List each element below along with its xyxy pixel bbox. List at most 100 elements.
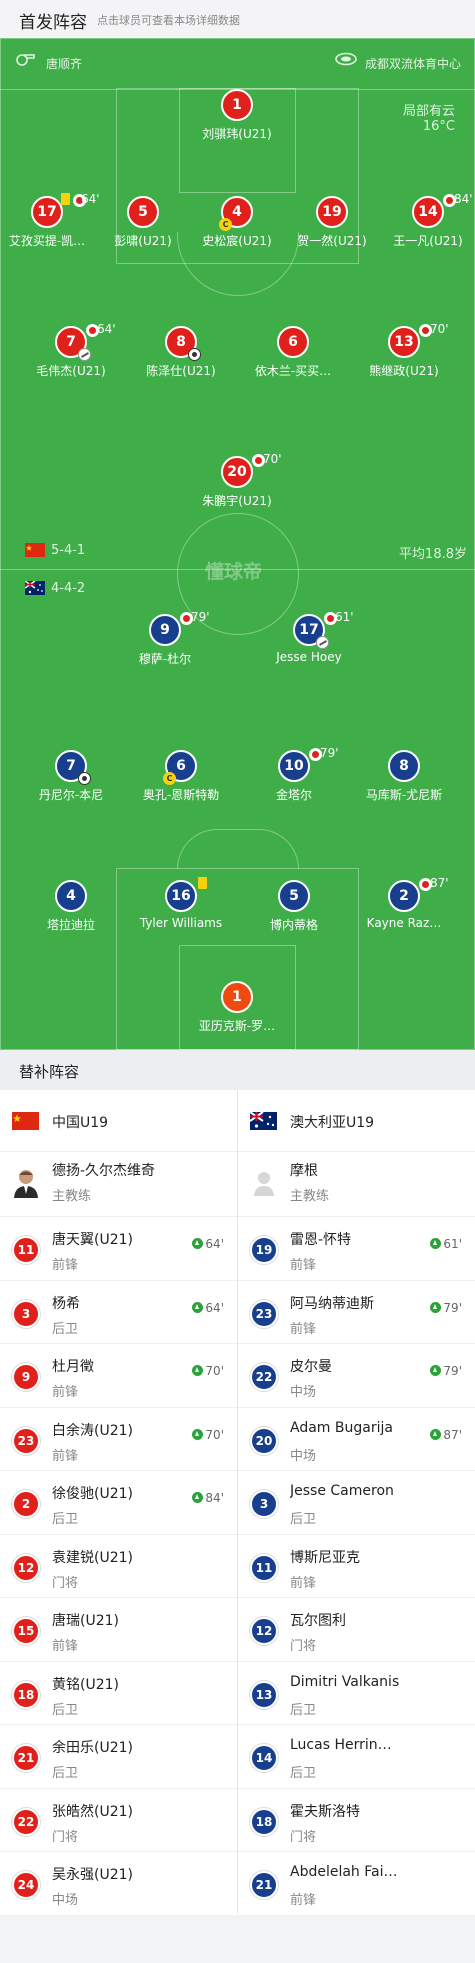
home-player[interactable]: 1 刘骐玮(U21) bbox=[177, 89, 297, 142]
away-player[interactable]: 6 C 奥孔-恩斯特勒 bbox=[121, 750, 241, 803]
sub-player-row[interactable]: 22 皮尔曼中场 79' bbox=[238, 1344, 475, 1408]
away-player[interactable]: 5 博内蒂格 bbox=[234, 880, 354, 933]
away-player[interactable]: 16 Tyler Williams bbox=[121, 877, 241, 930]
sub-player-row[interactable]: 18 黄铭(U21) 后卫 bbox=[0, 1662, 237, 1725]
sub-in-icon bbox=[192, 1238, 204, 1249]
stadium-icon bbox=[335, 52, 357, 66]
sub-player-row[interactable]: 21 余田乐(U21) 后卫 bbox=[0, 1725, 237, 1789]
home-player[interactable]: 14 84' 王一凡(U21) bbox=[368, 192, 475, 249]
player-position: 中场 bbox=[290, 1385, 317, 1400]
assist-icon bbox=[78, 348, 91, 361]
sub-in-icon bbox=[192, 1428, 204, 1440]
sub-player-row[interactable]: 18 霍夫斯洛特 门将 bbox=[238, 1789, 475, 1852]
jersey-number: 3 bbox=[12, 1299, 40, 1328]
player-name: Adam Bugarija bbox=[290, 1419, 393, 1436]
player-position: 前锋 bbox=[290, 1893, 317, 1908]
sub-player-row[interactable]: 23 白余涛(U21) 前锋 70' bbox=[0, 1408, 237, 1471]
player-name: 黄铭(U21) bbox=[52, 1676, 119, 1693]
jersey-number: 23 bbox=[250, 1299, 278, 1328]
sub-player-row[interactable]: 3 Jesse Cameron 后卫 bbox=[238, 1471, 475, 1535]
captain-icon: C bbox=[163, 772, 176, 785]
player-position: 前锋 bbox=[290, 1575, 317, 1591]
sub-player-row[interactable]: 11 唐天翼(U21) 前锋 64' bbox=[0, 1217, 237, 1281]
player-name: Dimitri Valkanis bbox=[290, 1673, 400, 1690]
sub-player-row[interactable]: 22 张皓然(U21) 门将 bbox=[0, 1789, 237, 1852]
stadium-name: 成都双流体育中心 bbox=[365, 57, 462, 71]
page-title: 首发阵容 bbox=[19, 13, 87, 33]
away-player[interactable]: 1 亚历克斯-罗… bbox=[177, 981, 297, 1034]
player-name: Lucas Herrin… bbox=[290, 1737, 392, 1753]
home-coach[interactable]: 德扬-久尔杰维奇 主教练 bbox=[0, 1152, 237, 1217]
sub-player-row[interactable]: 15 唐瑞(U21) 前锋 bbox=[0, 1598, 237, 1662]
away-subs-column: 澳大利亚U19 摩根 主教练 19 雷恩-怀特 前锋 61' 23 阿马纳蒂迪斯 前锋 79'… bbox=[238, 1090, 475, 1916]
player-position: 后卫 bbox=[52, 1512, 79, 1527]
lineup-header: 首发阵容 点击球员可查看本场详细数据 bbox=[0, 0, 475, 38]
player-position: 中场 bbox=[290, 1448, 317, 1464]
jersey-number: 22 bbox=[12, 1807, 40, 1836]
sub-player-row[interactable]: 20 Adam Bugarija 中场 87' bbox=[238, 1408, 475, 1471]
player-position: 前锋 bbox=[52, 1639, 79, 1654]
away-player[interactable]: 10 79' 金塔尔 bbox=[234, 746, 354, 803]
player-position: 后卫 bbox=[52, 1766, 79, 1781]
player-position: 中场 bbox=[52, 1893, 79, 1908]
sub-player-row[interactable]: 3 杨希 后卫 64' bbox=[0, 1281, 237, 1344]
home-team-name: 中国U19 bbox=[52, 1115, 109, 1131]
goal-icon bbox=[188, 348, 201, 361]
temperature: 16°C bbox=[422, 119, 455, 134]
sub-player-row[interactable]: 13 Dimitri Valkanis 后卫 bbox=[238, 1662, 475, 1725]
sub-player-row[interactable]: 21 Abdelelah Fai… 前锋 bbox=[238, 1852, 475, 1916]
home-player[interactable]: 20 70' 朱鹏宇(U21) bbox=[177, 452, 297, 509]
player-name: 徐俊驰(U21) bbox=[52, 1486, 133, 1502]
player-name: Jesse Cameron bbox=[290, 1483, 394, 1499]
sub-in-icon bbox=[430, 1238, 442, 1249]
home-player[interactable]: 7 64' 毛伟杰(U21) bbox=[11, 322, 131, 379]
weather: 局部有云 bbox=[402, 104, 455, 119]
sub-player-row[interactable]: 19 雷恩-怀特 前锋 61' bbox=[238, 1217, 475, 1281]
jersey-number: 24 bbox=[12, 1871, 40, 1899]
sub-player-row[interactable]: 12 袁建锐(U21) 门将 bbox=[0, 1535, 237, 1598]
sub-player-row[interactable]: 23 阿马纳蒂迪斯 前锋 79' bbox=[238, 1281, 475, 1344]
player-position: 前锋 bbox=[52, 1385, 79, 1400]
jersey-number: 2 bbox=[12, 1490, 40, 1518]
away-player[interactable]: 2 87' Kayne Raz… bbox=[344, 876, 464, 930]
jersey-number: 18 bbox=[250, 1807, 278, 1836]
away-player[interactable]: 17 61' Jesse Hoey bbox=[249, 610, 369, 664]
player-name: 雷恩-怀特 bbox=[290, 1232, 352, 1248]
away-player[interactable]: 8 马库斯-尤尼斯 bbox=[344, 750, 464, 803]
jersey-number: 22 bbox=[250, 1363, 278, 1391]
sub-in-time: 70' bbox=[192, 1364, 224, 1378]
away-formation: 4-4-2 bbox=[51, 581, 86, 596]
home-player[interactable]: 8 陈泽仕(U21) bbox=[121, 326, 241, 379]
jersey-number: 13 bbox=[250, 1680, 278, 1709]
sub-player-row[interactable]: 11 博斯尼亚克 前锋 bbox=[238, 1535, 475, 1598]
jersey-number: 18 bbox=[12, 1680, 40, 1709]
sub-player-row[interactable]: 9 杜月徵 前锋 70' bbox=[0, 1344, 237, 1408]
player-name: 皮尔曼 bbox=[290, 1359, 332, 1375]
away-player[interactable]: 9 79' 穆萨-杜尔 bbox=[105, 610, 225, 667]
sub-player-row[interactable]: 24 吴永强(U21) 中场 bbox=[0, 1852, 237, 1916]
sub-in-icon bbox=[192, 1365, 204, 1376]
home-player[interactable]: 13 70' 熊继政(U21) bbox=[344, 322, 464, 379]
avatar bbox=[14, 1170, 38, 1198]
sub-in-time: 64' bbox=[192, 1237, 224, 1251]
player-name: 唐瑞(U21) bbox=[52, 1613, 119, 1629]
sub-in-icon bbox=[430, 1301, 442, 1313]
home-formation: 5-4-1 bbox=[51, 543, 86, 558]
avatar-placeholder-icon bbox=[254, 1172, 274, 1196]
away-player[interactable]: 4 塔拉迪拉 bbox=[11, 880, 131, 933]
sub-player-row[interactable]: 2 徐俊驰(U21) 后卫 84' bbox=[0, 1471, 237, 1535]
player-name: 杜月徵 bbox=[52, 1359, 94, 1375]
captain-icon: C bbox=[219, 218, 232, 231]
sub-in-time: 79' bbox=[430, 1364, 462, 1378]
home-player[interactable]: 6 依木兰-买买… bbox=[233, 326, 353, 379]
player-position: 前锋 bbox=[52, 1258, 79, 1273]
sub-in-time: 61' bbox=[430, 1237, 462, 1251]
jersey-number: 21 bbox=[12, 1744, 40, 1772]
sub-player-row[interactable]: 14 Lucas Herrin… 后卫 bbox=[238, 1725, 475, 1789]
player-position: 前锋 bbox=[290, 1258, 317, 1273]
away-coach[interactable]: 摩根 主教练 bbox=[238, 1152, 475, 1217]
away-player[interactable]: 7 丹尼尔-本尼 bbox=[11, 750, 131, 803]
sub-in-time: 70' bbox=[192, 1428, 224, 1442]
australia-flag-icon bbox=[250, 1112, 277, 1130]
sub-player-row[interactable]: 12 瓦尔图利 门将 bbox=[238, 1598, 475, 1662]
